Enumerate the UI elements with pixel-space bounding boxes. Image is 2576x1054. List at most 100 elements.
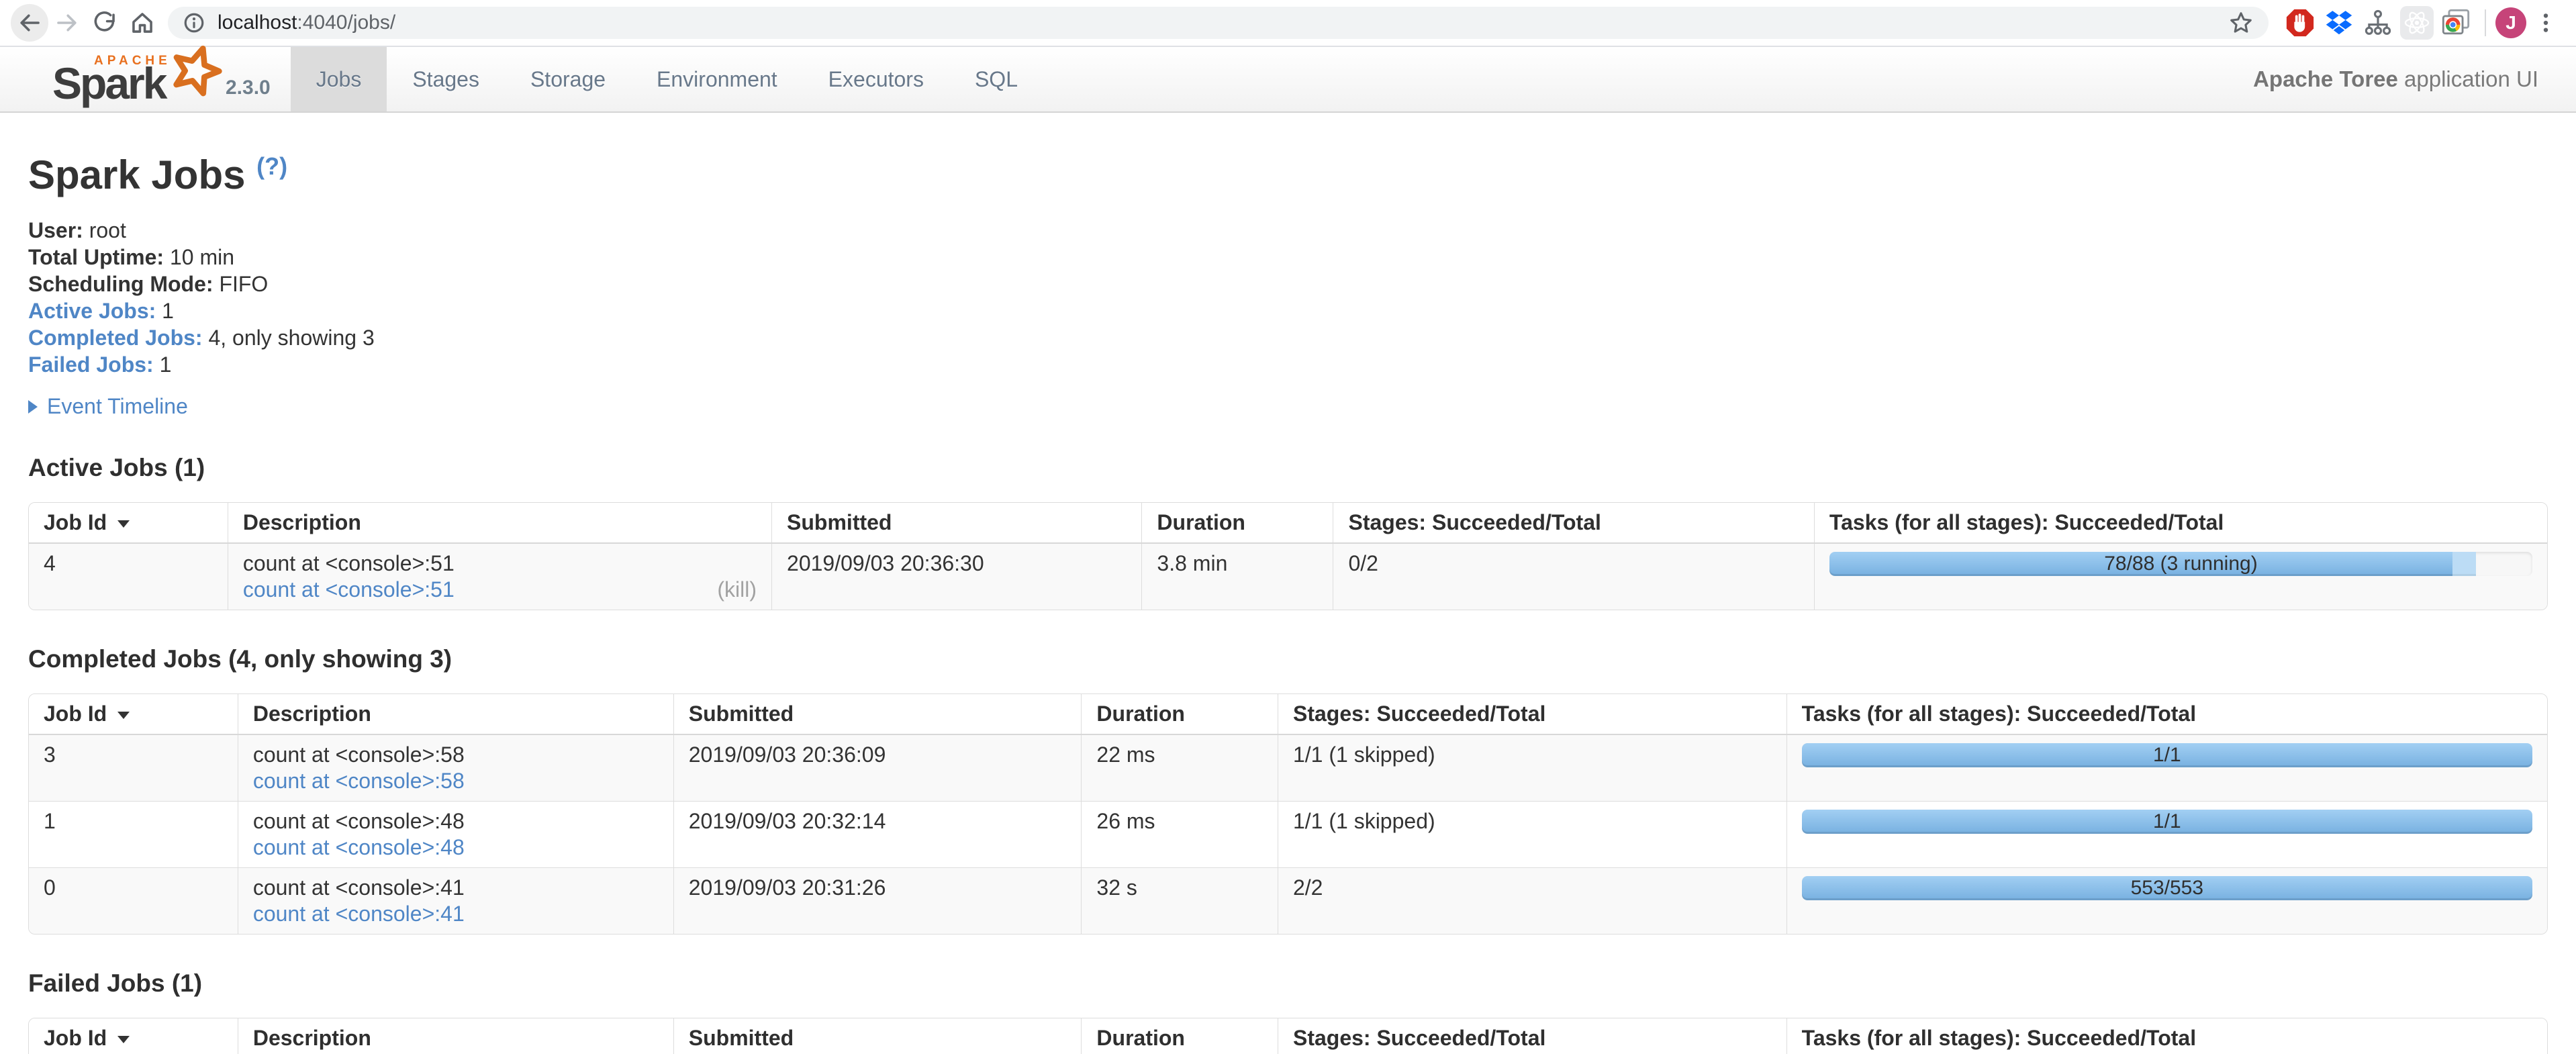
- summary-failed-jobs: Failed Jobs: 1: [28, 351, 2548, 378]
- task-progress-bar: 1/1: [1802, 743, 2532, 767]
- submitted-cell: 2019/09/03 20:36:30: [772, 543, 1142, 610]
- table-header-row: Job Id Description Submitted Duration St…: [29, 503, 2547, 543]
- spark-version: 2.3.0: [226, 77, 271, 105]
- toolbar-separator: [2485, 9, 2486, 36]
- job-detail-link[interactable]: count at <console>:48: [253, 834, 465, 861]
- active-jobs-table: Job Id Description Submitted Duration St…: [29, 503, 2547, 610]
- column-header-description[interactable]: Description: [238, 694, 673, 734]
- job-id-cell: 3: [29, 734, 238, 802]
- active-jobs-link[interactable]: Active Jobs:: [28, 299, 156, 323]
- column-header-tasks[interactable]: Tasks (for all stages): Succeeded/Total: [1786, 694, 2547, 734]
- summary-user: User: root: [28, 217, 2548, 244]
- tasks-cell: 553/553: [1786, 868, 2547, 935]
- tab-stages[interactable]: Stages: [387, 47, 505, 111]
- column-header-duration[interactable]: Duration: [1082, 1018, 1278, 1054]
- column-header-submitted[interactable]: Submitted: [772, 503, 1142, 543]
- forward-arrow-icon: [54, 10, 80, 36]
- sitemap-extension-button[interactable]: [2358, 3, 2397, 42]
- react-atom-icon: [2403, 9, 2431, 37]
- bookmark-star-icon[interactable]: [2228, 10, 2254, 36]
- completed-jobs-link[interactable]: Completed Jobs:: [28, 326, 203, 350]
- column-header-tasks[interactable]: Tasks (for all stages): Succeeded/Total: [1814, 503, 2547, 543]
- tab-executors[interactable]: Executors: [803, 47, 949, 111]
- job-detail-link[interactable]: count at <console>:51: [243, 577, 455, 603]
- dropbox-extension-button[interactable]: [2320, 3, 2358, 42]
- column-header-tasks[interactable]: Tasks (for all stages): Succeeded/Total: [1786, 1018, 2547, 1054]
- application-title: Apache Toree application UI: [2253, 47, 2576, 111]
- browser-forward-button[interactable]: [48, 4, 86, 42]
- task-progress-label: 1/1: [1802, 810, 2532, 834]
- column-header-job-id[interactable]: Job Id: [29, 1018, 238, 1054]
- summary-scheduling-mode: Scheduling Mode: FIFO: [28, 271, 2548, 297]
- browser-home-button[interactable]: [124, 4, 161, 42]
- job-row: 1count at <console>:48count at <console>…: [29, 802, 2547, 868]
- screen-capture-extension-button[interactable]: [2436, 3, 2475, 42]
- failed-jobs-link[interactable]: Failed Jobs:: [28, 352, 154, 377]
- completed-jobs-table: Job Id Description Submitted Duration St…: [29, 694, 2547, 934]
- tab-environment[interactable]: Environment: [631, 47, 803, 111]
- job-row: 0count at <console>:41count at <console>…: [29, 868, 2547, 935]
- task-progress-bar: 553/553: [1802, 876, 2532, 900]
- sort-caret-icon: [117, 1036, 130, 1043]
- stages-cell: 0/2: [1333, 543, 1814, 610]
- kill-job-link[interactable]: (kill): [717, 577, 757, 603]
- column-header-job-id[interactable]: Job Id: [29, 694, 238, 734]
- help-link[interactable]: (?): [256, 152, 287, 180]
- column-header-stages[interactable]: Stages: Succeeded/Total: [1278, 1018, 1786, 1054]
- page-info-icon[interactable]: [183, 11, 205, 34]
- column-header-description[interactable]: Description: [238, 1018, 673, 1054]
- job-detail-link[interactable]: count at <console>:58: [253, 768, 465, 794]
- browser-back-button[interactable]: [11, 4, 48, 42]
- tab-sql[interactable]: SQL: [949, 47, 1043, 111]
- job-description-text: count at <console>:48: [253, 808, 659, 834]
- column-header-description[interactable]: Description: [228, 503, 771, 543]
- tab-jobs[interactable]: Jobs: [291, 47, 387, 111]
- tasks-cell: 1/1: [1786, 802, 2547, 868]
- duration-cell: 32 s: [1082, 868, 1278, 935]
- sort-caret-icon: [117, 712, 130, 719]
- failed-jobs-section: Failed Jobs (1) Job Id Description Submi…: [28, 969, 2548, 1054]
- react-devtools-extension-button[interactable]: [2397, 3, 2436, 42]
- job-description-cell: count at <console>:48count at <console>:…: [238, 802, 673, 868]
- task-progress-label: 78/88 (3 running): [1829, 552, 2532, 576]
- spark-navbar: APACHE Spark 2.3.0 Jobs Stages Storage E…: [0, 47, 2576, 113]
- browser-menu-button[interactable]: [2526, 3, 2565, 42]
- duration-cell: 3.8 min: [1142, 543, 1333, 610]
- column-header-job-id[interactable]: Job Id: [29, 503, 228, 543]
- column-header-stages[interactable]: Stages: Succeeded/Total: [1278, 694, 1786, 734]
- sort-caret-icon: [117, 520, 130, 528]
- job-detail-link[interactable]: count at <console>:41: [253, 901, 465, 927]
- browser-refresh-button[interactable]: [86, 4, 124, 42]
- spark-brand-logo[interactable]: APACHE Spark 2.3.0: [0, 47, 291, 111]
- job-description-text: count at <console>:41: [253, 875, 659, 901]
- adblock-icon: [2285, 7, 2316, 38]
- job-row: 3count at <console>:58count at <console>…: [29, 734, 2547, 802]
- column-header-submitted[interactable]: Submitted: [673, 1018, 1082, 1054]
- tasks-cell: 1/1: [1786, 734, 2547, 802]
- react-devtools-chip: [2400, 6, 2434, 40]
- browser-toolbar: localhost:4040/jobs/: [0, 0, 2576, 47]
- column-header-stages[interactable]: Stages: Succeeded/Total: [1333, 503, 1814, 543]
- active-jobs-section: Active Jobs (1) Job Id Description Submi…: [28, 454, 2548, 610]
- job-id-cell: 4: [29, 543, 228, 610]
- column-header-duration[interactable]: Duration: [1142, 503, 1333, 543]
- kebab-menu-icon: [2534, 11, 2557, 34]
- page-content: Spark Jobs (?) User: root Total Uptime: …: [0, 152, 2576, 1054]
- nav-tabs: Jobs Stages Storage Environment Executor…: [291, 47, 1043, 111]
- sitemap-icon: [2364, 9, 2392, 37]
- adblock-extension-button[interactable]: [2281, 3, 2320, 42]
- job-description-text: count at <console>:51: [243, 550, 757, 577]
- column-header-duration[interactable]: Duration: [1082, 694, 1278, 734]
- column-header-submitted[interactable]: Submitted: [673, 694, 1082, 734]
- profile-avatar[interactable]: J: [2495, 7, 2526, 38]
- screen-capture-icon: [2440, 7, 2471, 38]
- completed-jobs-heading: Completed Jobs (4, only showing 3): [28, 645, 2548, 673]
- job-description-cell: count at <console>:41count at <console>:…: [238, 868, 673, 935]
- event-timeline-toggle[interactable]: Event Timeline: [28, 394, 2548, 419]
- failed-jobs-table: Job Id Description Submitted Duration St…: [29, 1018, 2547, 1054]
- tab-storage[interactable]: Storage: [505, 47, 631, 111]
- address-bar[interactable]: localhost:4040/jobs/: [168, 7, 2269, 39]
- stages-cell: 1/1 (1 skipped): [1278, 734, 1786, 802]
- job-row: 4 count at <console>:51count at <console>…: [29, 543, 2547, 610]
- failed-jobs-heading: Failed Jobs (1): [28, 969, 2548, 998]
